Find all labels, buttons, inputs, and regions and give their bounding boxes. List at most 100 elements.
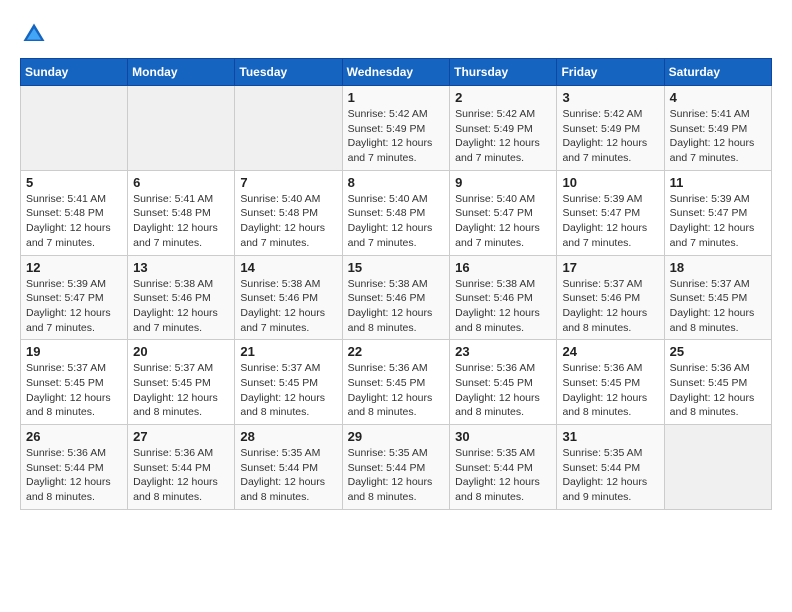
- calendar-cell: 3 Sunrise: 5:42 AM Sunset: 5:49 PM Daylig…: [557, 86, 664, 171]
- day-info: Sunrise: 5:36 AM Sunset: 5:44 PM Dayligh…: [26, 446, 122, 505]
- calendar-cell: 29Sunrise: 5:35 AM Sunset: 5:44 PM Dayli…: [342, 425, 450, 510]
- day-number: 10: [562, 175, 658, 190]
- day-info: Sunrise: 5:36 AM Sunset: 5:45 PM Dayligh…: [455, 361, 551, 420]
- day-info: Sunrise: 5:41 AM Sunset: 5:48 PM Dayligh…: [26, 192, 122, 251]
- day-info: Sunrise: 5:39 AM Sunset: 5:47 PM Dayligh…: [26, 277, 122, 336]
- calendar-cell: 7 Sunrise: 5:40 AM Sunset: 5:48 PM Daylig…: [235, 170, 342, 255]
- day-info: Sunrise: 5:36 AM Sunset: 5:45 PM Dayligh…: [562, 361, 658, 420]
- weekday-header-thursday: Thursday: [450, 59, 557, 86]
- calendar-cell: [664, 425, 771, 510]
- calendar-cell: 25 Sunrise: 5:36 AM Sunset: 5:45 PM Dayli…: [664, 340, 771, 425]
- day-number: 11: [670, 175, 766, 190]
- day-number: 20: [133, 344, 229, 359]
- calendar-header: SundayMondayTuesdayWednesdayThursdayFrid…: [21, 59, 772, 86]
- calendar-cell: 31 Sunrise: 5:35 AM Sunset: 5:44 PM Dayli…: [557, 425, 664, 510]
- day-number: 12: [26, 260, 122, 275]
- day-info: Sunrise: 5:42 AM Sunset: 5:49 PM Dayligh…: [348, 107, 445, 166]
- calendar-cell: 22Sunrise: 5:36 AM Sunset: 5:45 PM Dayli…: [342, 340, 450, 425]
- day-info: Sunrise: 5:35 AM Sunset: 5:44 PM Dayligh…: [562, 446, 658, 505]
- day-info: Sunrise: 5:35 AM Sunset: 5:44 PM Dayligh…: [240, 446, 336, 505]
- day-info: Sunrise: 5:39 AM Sunset: 5:47 PM Dayligh…: [562, 192, 658, 251]
- day-info: Sunrise: 5:42 AM Sunset: 5:49 PM Dayligh…: [562, 107, 658, 166]
- calendar-cell: 30 Sunrise: 5:35 AM Sunset: 5:44 PM Dayli…: [450, 425, 557, 510]
- calendar-cell: 11 Sunrise: 5:39 AM Sunset: 5:47 PM Dayli…: [664, 170, 771, 255]
- day-number: 21: [240, 344, 336, 359]
- calendar-cell: 1 Sunrise: 5:42 AM Sunset: 5:49 PM Daylig…: [342, 86, 450, 171]
- day-info: Sunrise: 5:40 AM Sunset: 5:48 PM Dayligh…: [240, 192, 336, 251]
- day-info: Sunrise: 5:38 AM Sunset: 5:46 PM Dayligh…: [348, 277, 445, 336]
- calendar-cell: 13 Sunrise: 5:38 AM Sunset: 5:46 PM Dayli…: [128, 255, 235, 340]
- calendar-cell: 16 Sunrise: 5:38 AM Sunset: 5:46 PM Dayli…: [450, 255, 557, 340]
- day-number: 9: [455, 175, 551, 190]
- weekday-header-sunday: Sunday: [21, 59, 128, 86]
- day-info: Sunrise: 5:36 AM Sunset: 5:45 PM Dayligh…: [670, 361, 766, 420]
- page-header: [20, 20, 772, 48]
- day-info: Sunrise: 5:37 AM Sunset: 5:45 PM Dayligh…: [26, 361, 122, 420]
- calendar-cell: 12 Sunrise: 5:39 AM Sunset: 5:47 PM Dayli…: [21, 255, 128, 340]
- day-number: 15: [348, 260, 445, 275]
- calendar-cell: 19 Sunrise: 5:37 AM Sunset: 5:45 PM Dayli…: [21, 340, 128, 425]
- day-info: Sunrise: 5:40 AM Sunset: 5:48 PM Dayligh…: [348, 192, 445, 251]
- calendar-cell: 5 Sunrise: 5:41 AM Sunset: 5:48 PM Daylig…: [21, 170, 128, 255]
- day-number: 31: [562, 429, 658, 444]
- weekday-header-saturday: Saturday: [664, 59, 771, 86]
- day-number: 3: [562, 90, 658, 105]
- day-number: 14: [240, 260, 336, 275]
- calendar-table: SundayMondayTuesdayWednesdayThursdayFrid…: [20, 58, 772, 510]
- day-number: 28: [240, 429, 336, 444]
- day-number: 5: [26, 175, 122, 190]
- calendar-cell: 26Sunrise: 5:36 AM Sunset: 5:44 PM Dayli…: [21, 425, 128, 510]
- day-number: 27: [133, 429, 229, 444]
- calendar-cell: 18 Sunrise: 5:37 AM Sunset: 5:45 PM Dayli…: [664, 255, 771, 340]
- weekday-header-tuesday: Tuesday: [235, 59, 342, 86]
- calendar-cell: [128, 86, 235, 171]
- calendar-cell: 27Sunrise: 5:36 AM Sunset: 5:44 PM Dayli…: [128, 425, 235, 510]
- day-number: 2: [455, 90, 551, 105]
- day-info: Sunrise: 5:35 AM Sunset: 5:44 PM Dayligh…: [455, 446, 551, 505]
- calendar-cell: 28 Sunrise: 5:35 AM Sunset: 5:44 PM Dayli…: [235, 425, 342, 510]
- calendar-cell: 8 Sunrise: 5:40 AM Sunset: 5:48 PM Daylig…: [342, 170, 450, 255]
- day-number: 24: [562, 344, 658, 359]
- day-number: 25: [670, 344, 766, 359]
- calendar-cell: 15 Sunrise: 5:38 AM Sunset: 5:46 PM Dayli…: [342, 255, 450, 340]
- day-number: 30: [455, 429, 551, 444]
- day-info: Sunrise: 5:38 AM Sunset: 5:46 PM Dayligh…: [133, 277, 229, 336]
- logo-icon: [20, 20, 48, 48]
- day-info: Sunrise: 5:37 AM Sunset: 5:46 PM Dayligh…: [562, 277, 658, 336]
- day-info: Sunrise: 5:37 AM Sunset: 5:45 PM Dayligh…: [240, 361, 336, 420]
- day-number: 4: [670, 90, 766, 105]
- calendar-cell: [235, 86, 342, 171]
- calendar-cell: 14Sunrise: 5:38 AM Sunset: 5:46 PM Dayli…: [235, 255, 342, 340]
- calendar-cell: 2 Sunrise: 5:42 AM Sunset: 5:49 PM Daylig…: [450, 86, 557, 171]
- day-number: 7: [240, 175, 336, 190]
- day-number: 6: [133, 175, 229, 190]
- day-info: Sunrise: 5:36 AM Sunset: 5:45 PM Dayligh…: [348, 361, 445, 420]
- calendar-cell: 10 Sunrise: 5:39 AM Sunset: 5:47 PM Dayli…: [557, 170, 664, 255]
- calendar-cell: 20 Sunrise: 5:37 AM Sunset: 5:45 PM Dayli…: [128, 340, 235, 425]
- day-number: 17: [562, 260, 658, 275]
- day-info: Sunrise: 5:40 AM Sunset: 5:47 PM Dayligh…: [455, 192, 551, 251]
- day-info: Sunrise: 5:41 AM Sunset: 5:48 PM Dayligh…: [133, 192, 229, 251]
- weekday-header-monday: Monday: [128, 59, 235, 86]
- calendar-cell: [21, 86, 128, 171]
- day-number: 1: [348, 90, 445, 105]
- calendar-cell: 17 Sunrise: 5:37 AM Sunset: 5:46 PM Dayli…: [557, 255, 664, 340]
- day-info: Sunrise: 5:37 AM Sunset: 5:45 PM Dayligh…: [670, 277, 766, 336]
- calendar-cell: 6 Sunrise: 5:41 AM Sunset: 5:48 PM Daylig…: [128, 170, 235, 255]
- day-info: Sunrise: 5:42 AM Sunset: 5:49 PM Dayligh…: [455, 107, 551, 166]
- day-info: Sunrise: 5:38 AM Sunset: 5:46 PM Dayligh…: [455, 277, 551, 336]
- day-info: Sunrise: 5:35 AM Sunset: 5:44 PM Dayligh…: [348, 446, 445, 505]
- day-info: Sunrise: 5:37 AM Sunset: 5:45 PM Dayligh…: [133, 361, 229, 420]
- day-number: 18: [670, 260, 766, 275]
- calendar-cell: 23 Sunrise: 5:36 AM Sunset: 5:45 PM Dayli…: [450, 340, 557, 425]
- calendar-cell: 21 Sunrise: 5:37 AM Sunset: 5:45 PM Dayli…: [235, 340, 342, 425]
- weekday-header-wednesday: Wednesday: [342, 59, 450, 86]
- logo: [20, 20, 52, 48]
- day-number: 23: [455, 344, 551, 359]
- day-number: 19: [26, 344, 122, 359]
- calendar-cell: 4Sunrise: 5:41 AM Sunset: 5:49 PM Daylig…: [664, 86, 771, 171]
- day-number: 16: [455, 260, 551, 275]
- day-number: 13: [133, 260, 229, 275]
- day-number: 8: [348, 175, 445, 190]
- day-info: Sunrise: 5:39 AM Sunset: 5:47 PM Dayligh…: [670, 192, 766, 251]
